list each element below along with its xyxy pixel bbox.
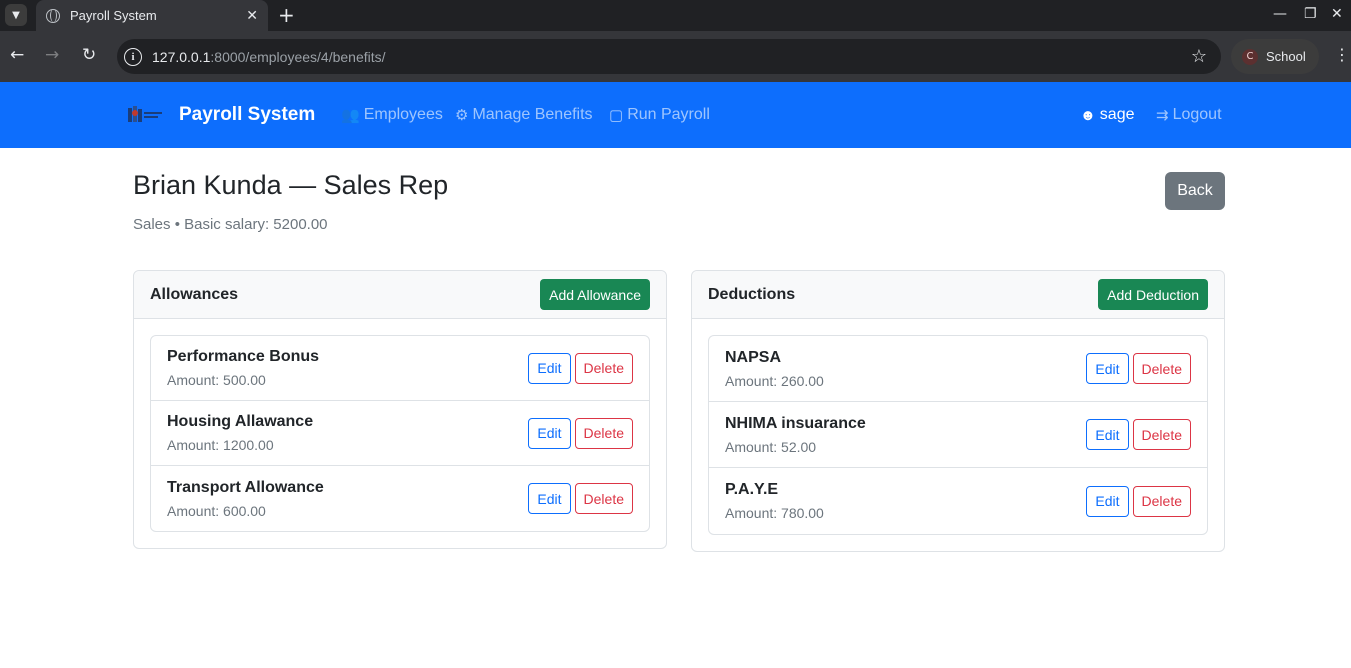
add-allowance-button[interactable]: Add Allowance — [540, 279, 650, 310]
delete-button[interactable]: Delete — [574, 352, 633, 384]
edit-button[interactable]: Edit — [528, 352, 571, 384]
item-amount: Amount: 780.00 — [725, 505, 824, 521]
item-name: NHIMA insuarance — [725, 414, 866, 432]
address-bar[interactable]: i 127.0.0.1:8000/employees/4/benefits/ ☆ — [117, 39, 1221, 74]
nav-run-payroll-label: Run Payroll — [627, 106, 710, 123]
list-item: Transport Allowance Amount: 600.00 Edit … — [151, 466, 649, 531]
profile-name: School — [1266, 49, 1306, 64]
browser-menu-icon[interactable]: ⋮ — [1334, 45, 1350, 64]
edit-button[interactable]: Edit — [1086, 353, 1129, 384]
nav-logout[interactable]: ⇉ Logout — [1156, 82, 1222, 148]
tab-close-icon[interactable]: ✕ — [246, 8, 258, 24]
brand-link[interactable]: Payroll System — [126, 82, 315, 148]
back-button[interactable]: Back — [1165, 172, 1225, 210]
item-amount: Amount: 260.00 — [725, 372, 824, 389]
window-close-icon[interactable]: ✕ — [1331, 6, 1343, 22]
list-item: NHIMA insuarance Amount: 52.00 Edit Dele… — [709, 402, 1207, 468]
browser-toolbar: ← → ↻ i 127.0.0.1:8000/employees/4/benef… — [0, 31, 1351, 82]
nav-manage-benefits[interactable]: ⚙ Manage Benefits — [455, 82, 593, 148]
users-icon: 👥 — [341, 107, 360, 124]
delete-button[interactable]: Delete — [574, 417, 633, 449]
edit-button[interactable]: Edit — [1086, 419, 1129, 450]
nav-run-payroll[interactable]: ▢ Run Payroll — [609, 82, 710, 148]
user-circle-icon: ☻ — [1080, 106, 1096, 124]
add-deduction-button[interactable]: Add Deduction — [1098, 279, 1208, 310]
nav-logout-label: Logout — [1172, 106, 1222, 123]
edit-button[interactable]: Edit — [528, 417, 571, 449]
brand-name: Payroll System — [179, 104, 316, 125]
url-host: 127.0.0.1 — [152, 48, 211, 65]
allowances-card: Allowances Add Allowance Performance Bon… — [133, 270, 667, 549]
deductions-title: Deductions — [708, 285, 796, 303]
delete-button[interactable]: Delete — [574, 483, 633, 514]
list-item: P.A.Y.E Amount: 780.00 Edit Delete — [709, 468, 1207, 534]
nav-employees[interactable]: 👥 Employees — [341, 82, 443, 148]
globe-icon — [46, 8, 60, 23]
list-item: NAPSA Amount: 260.00 Edit Delete — [709, 336, 1207, 402]
url-text[interactable]: 127.0.0.1:8000/employees/4/benefits/ — [152, 49, 1191, 65]
back-arrow-icon[interactable]: ← — [10, 45, 24, 65]
browser-tab[interactable]: Payroll System ✕ — [36, 0, 268, 31]
nav-user-label: sage — [1099, 106, 1135, 123]
profile-button[interactable]: C School — [1231, 39, 1319, 74]
site-info-icon[interactable]: i — [124, 47, 142, 66]
delete-button[interactable]: Delete — [1132, 485, 1191, 517]
app-navbar: Payroll System 👥 Employees ⚙ Manage Bene… — [0, 82, 1351, 148]
item-name: Housing Allawance — [167, 413, 314, 430]
edit-button[interactable]: Edit — [528, 483, 571, 514]
tab-list-chevron-icon[interactable]: ▼ — [5, 4, 27, 26]
delete-button[interactable]: Delete — [1132, 353, 1191, 384]
item-name: P.A.Y.E — [725, 481, 779, 498]
delete-button[interactable]: Delete — [1132, 419, 1191, 450]
nav-manage-benefits-label: Manage Benefits — [472, 106, 593, 123]
item-name: NAPSA — [725, 348, 782, 366]
edit-button[interactable]: Edit — [1086, 485, 1129, 517]
item-name: Transport Allowance — [167, 478, 324, 496]
item-name: Performance Bonus — [167, 348, 320, 365]
deductions-list: NAPSA Amount: 260.00 Edit Delete NHIMA i… — [708, 335, 1208, 535]
item-amount: Amount: 52.00 — [725, 438, 817, 455]
url-path: :8000/employees/4/benefits/ — [210, 48, 386, 65]
page-title: Brian Kunda — Sales Rep — [133, 170, 449, 200]
restore-icon[interactable]: ❐ — [1304, 6, 1317, 22]
list-item: Housing Allawance Amount: 1200.00 Edit D… — [151, 401, 649, 466]
item-amount: Amount: 600.00 — [167, 502, 266, 519]
item-amount: Amount: 1200.00 — [167, 437, 274, 453]
allowances-list: Performance Bonus Amount: 500.00 Edit De… — [150, 335, 650, 532]
new-tab-icon[interactable]: + — [278, 3, 295, 27]
deductions-card: Deductions Add Deduction NAPSA Amount: 2… — [691, 270, 1225, 552]
reload-icon[interactable]: ↻ — [82, 45, 96, 65]
nav-user[interactable]: ☻ sage — [1080, 82, 1135, 148]
money-icon: ▢ — [609, 107, 624, 124]
list-item: Performance Bonus Amount: 500.00 Edit De… — [151, 336, 649, 401]
logout-icon: ⇉ — [1156, 107, 1169, 124]
forward-arrow-icon[interactable]: → — [45, 45, 59, 65]
bookmark-star-icon[interactable]: ☆ — [1191, 46, 1207, 67]
allowances-title: Allowances — [150, 285, 239, 303]
item-amount: Amount: 500.00 — [167, 372, 266, 388]
profile-avatar: C — [1242, 48, 1258, 65]
allowances-header: Allowances Add Allowance — [134, 271, 666, 319]
gear-icon: ⚙ — [455, 107, 469, 124]
tab-title: Payroll System — [70, 8, 157, 23]
nav-employees-label: Employees — [363, 106, 443, 123]
minimize-icon[interactable]: — — [1273, 6, 1287, 22]
browser-tabbar: ▼ Payroll System ✕ + — ❐ ✕ — [0, 0, 1351, 31]
page-subtitle: Sales • Basic salary: 5200.00 — [133, 216, 328, 233]
brand-logo-icon — [128, 106, 162, 122]
deductions-header: Deductions Add Deduction — [692, 271, 1224, 319]
